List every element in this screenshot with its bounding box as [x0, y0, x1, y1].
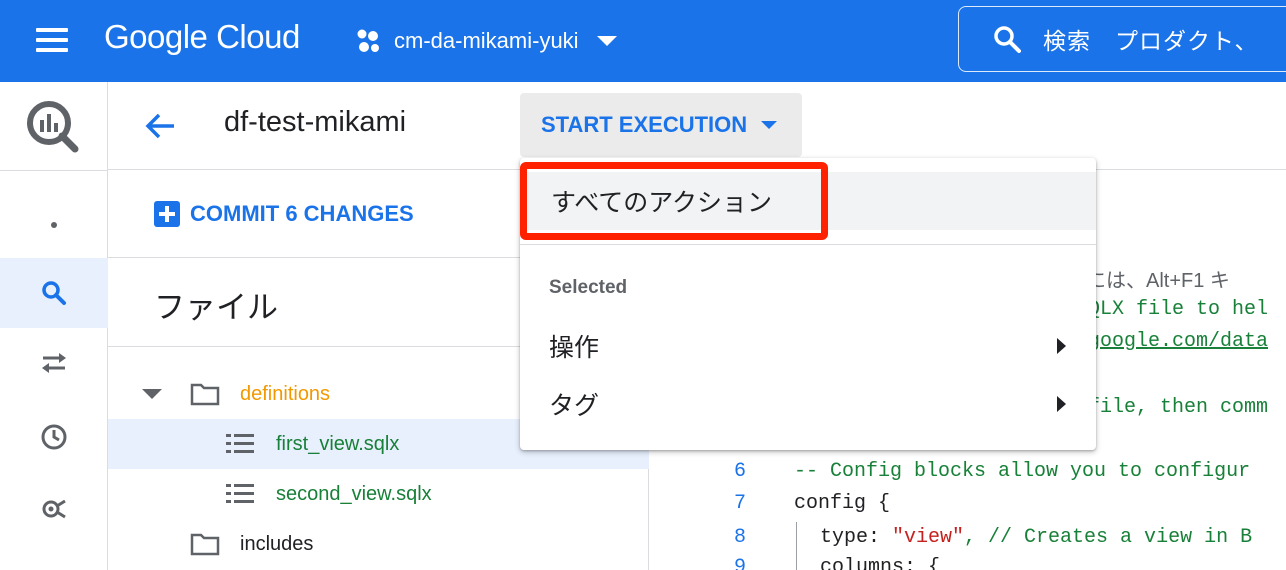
- start-execution-button[interactable]: START EXECUTION: [520, 93, 802, 157]
- code-text: config {: [794, 492, 891, 515]
- rail-item-analytics-hub[interactable]: [0, 474, 108, 544]
- sqlx-file-icon: [226, 484, 254, 503]
- main-menu-icon[interactable]: [36, 28, 68, 52]
- code-text: columns: {: [820, 556, 941, 570]
- tree-label: definitions: [240, 382, 331, 405]
- code-text: QLX file to hel: [1088, 298, 1269, 321]
- files-heading: ファイル: [154, 290, 278, 325]
- rail-item-scheduled[interactable]: [0, 402, 108, 472]
- menu-item-tags[interactable]: タグ: [520, 378, 1096, 430]
- project-icon: [357, 29, 379, 52]
- tree-folder-includes[interactable]: includes: [108, 519, 649, 569]
- line-number: 6: [733, 460, 746, 483]
- code-text: -- Config blocks allow you to configur: [794, 460, 1251, 483]
- rail-divider: [0, 170, 108, 171]
- code-line: 8 type: "view", // Creates a view in B: [650, 526, 1286, 558]
- project-name: cm-da-mikami-yuki: [394, 28, 579, 53]
- menu-section-heading: Selected: [549, 277, 628, 298]
- commit-changes-label: COMMIT 6 CHANGES: [190, 201, 414, 226]
- add-box-icon: [154, 201, 180, 227]
- tree-label: includes: [240, 532, 314, 555]
- code-text: type: "view", // Creates a view in B: [820, 526, 1252, 549]
- menu-item-actions[interactable]: 操作: [520, 320, 1096, 372]
- menu-divider: [520, 244, 1096, 245]
- hub-icon: [42, 499, 66, 519]
- line-number: 7: [733, 492, 746, 515]
- search-icon: [994, 26, 1021, 53]
- caret-down-icon: [761, 121, 778, 129]
- submenu-arrow-icon: [1057, 338, 1066, 354]
- menu-item-label: タグ: [549, 392, 600, 420]
- folder-icon: [190, 383, 220, 406]
- search-input[interactable]: 検索 プロダクト、: [958, 6, 1286, 72]
- search-placeholder: 検索 プロダクト、: [1043, 28, 1259, 54]
- code-line: 7 config {: [650, 492, 1286, 524]
- search-icon: [42, 281, 66, 305]
- expand-caret-icon[interactable]: [142, 389, 162, 399]
- line-number: 9: [733, 556, 746, 570]
- folder-icon: [190, 533, 220, 556]
- submenu-arrow-icon: [1057, 396, 1066, 412]
- rail-item-search[interactable]: [0, 258, 108, 328]
- indent-guide: [796, 522, 797, 570]
- code-string: "view": [892, 526, 965, 549]
- code-text: file, then comm: [1088, 396, 1269, 419]
- google-cloud-logo[interactable]: Google Cloud: [104, 18, 300, 56]
- tree-file-second-view[interactable]: second_view.sqlx: [108, 469, 649, 519]
- page-title: df-test-mikami: [224, 106, 407, 138]
- code-line: 9 columns: {: [650, 556, 1286, 570]
- code-keyword: type:: [820, 526, 893, 549]
- project-selector[interactable]: cm-da-mikami-yuki: [356, 24, 617, 58]
- sqlx-file-icon: [226, 434, 254, 453]
- tree-label: first_view.sqlx: [276, 432, 400, 455]
- dot-icon: [51, 222, 57, 228]
- code-comment: , // Creates a view in B: [964, 526, 1253, 549]
- start-execution-menu: すべてのアクション Selected 操作 タグ: [520, 158, 1096, 450]
- back-arrow-icon[interactable]: [142, 108, 178, 144]
- workspace-header: df-test-mikami START EXECUTION: [108, 82, 1286, 170]
- rail-item-transfers[interactable]: [0, 328, 108, 398]
- commit-changes-button[interactable]: COMMIT 6 CHANGES: [154, 200, 414, 228]
- rail-item-dot[interactable]: [0, 190, 108, 260]
- swap-arrows-icon: [42, 353, 66, 373]
- clock-icon: [41, 424, 67, 450]
- product-rail: [0, 82, 108, 570]
- code-link[interactable]: google.com/data: [1088, 330, 1268, 353]
- menu-item-label: 操作: [549, 334, 600, 362]
- line-number: 8: [733, 526, 746, 549]
- menu-item-all-actions[interactable]: すべてのアクション: [520, 162, 828, 240]
- chevron-down-icon: [596, 36, 617, 46]
- bigquery-logo-icon[interactable]: [24, 98, 80, 154]
- top-app-bar: Google Cloud cm-da-mikami-yuki 検索 プロダクト、: [0, 0, 1286, 82]
- code-line: 6 -- Config blocks allow you to configur: [650, 460, 1286, 492]
- tree-label: second_view.sqlx: [276, 482, 432, 505]
- start-execution-label: START EXECUTION: [541, 112, 748, 137]
